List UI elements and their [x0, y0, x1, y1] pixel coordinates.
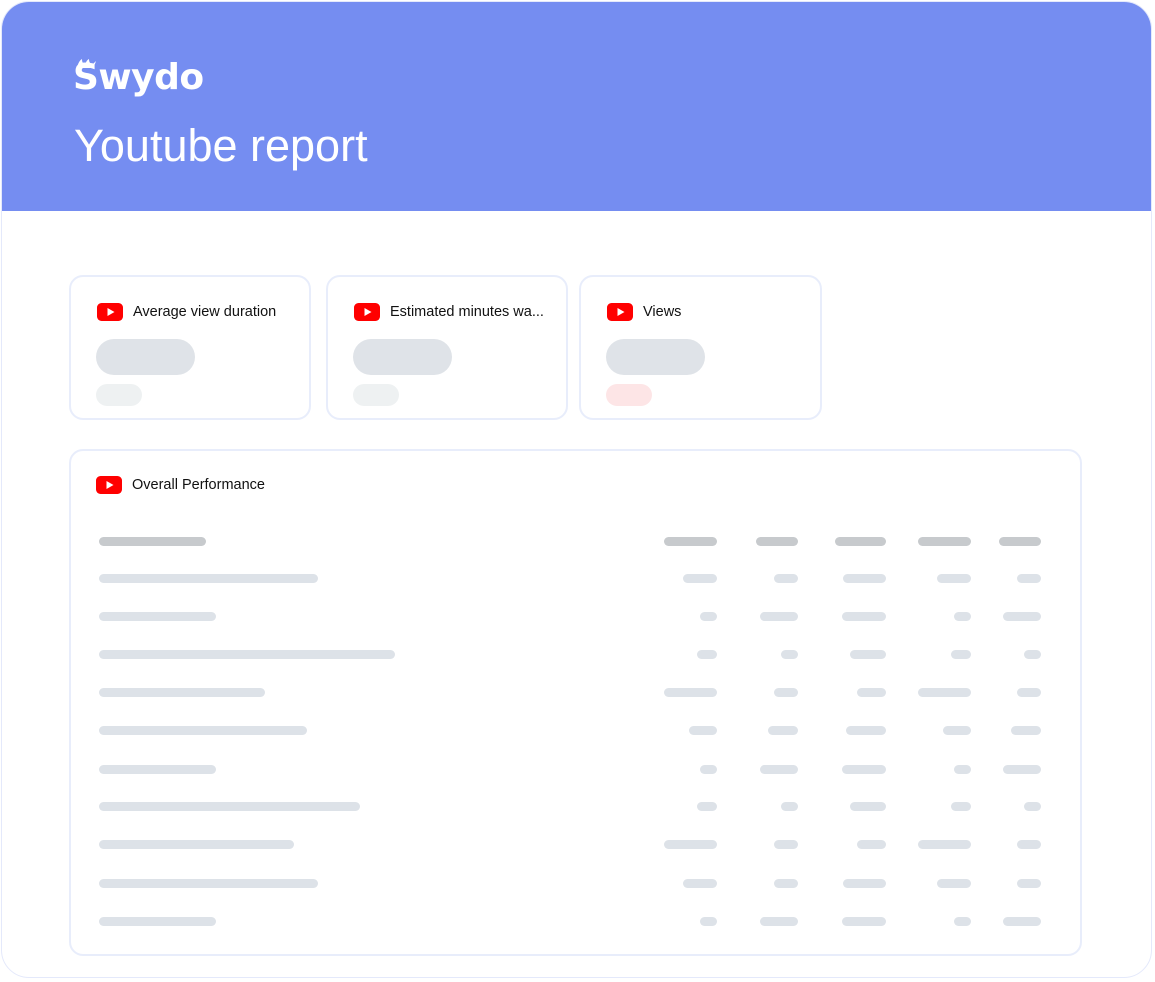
table-cell-placeholder — [918, 840, 971, 849]
table-cell-placeholder — [760, 765, 798, 774]
kpi-change-placeholder — [96, 384, 142, 406]
table-header-cell-placeholder — [664, 537, 717, 546]
table-cell-placeholder — [1011, 726, 1041, 735]
youtube-icon — [354, 303, 380, 321]
kpi-change-placeholder — [606, 384, 652, 406]
table-cell-placeholder — [843, 879, 886, 888]
table-cell-placeholder — [774, 574, 798, 583]
kpi-card-average-view-duration[interactable]: Average view duration — [69, 275, 311, 420]
table-row-label-placeholder — [99, 802, 360, 811]
table-cell-placeholder — [943, 726, 971, 735]
table-cell-placeholder — [842, 765, 886, 774]
table-cell-placeholder — [937, 879, 971, 888]
table-cell-placeholder — [781, 650, 798, 659]
table-row-label-placeholder — [99, 574, 318, 583]
youtube-icon — [97, 303, 123, 321]
table-cell-placeholder — [1024, 802, 1041, 811]
table-cell-placeholder — [954, 765, 971, 774]
kpi-card-header: Views — [607, 303, 681, 321]
table-row-label-placeholder — [99, 840, 294, 849]
report-header: Swydo Youtube report — [2, 2, 1151, 211]
table-cell-placeholder — [1024, 650, 1041, 659]
kpi-card-label: Views — [643, 304, 682, 320]
overall-performance-table-card: Overall Performance — [69, 449, 1082, 956]
kpi-card-label: Estimated minutes wa... — [390, 304, 544, 320]
youtube-icon — [607, 303, 633, 321]
table-header-cell-placeholder — [918, 537, 971, 546]
table-cell-placeholder — [760, 612, 798, 621]
table-cell-placeholder — [774, 840, 798, 849]
table-cell-placeholder — [664, 688, 717, 697]
table-row-label-placeholder — [99, 688, 265, 697]
table-cell-placeholder — [664, 840, 717, 849]
table-header-label-placeholder — [99, 537, 206, 546]
kpi-card-views[interactable]: Views — [579, 275, 822, 420]
table-cell-placeholder — [774, 879, 798, 888]
table-cell-placeholder — [683, 574, 717, 583]
table-cell-placeholder — [843, 574, 886, 583]
table-cell-placeholder — [1003, 917, 1041, 926]
table-cell-placeholder — [918, 688, 971, 697]
kpi-value-placeholder — [96, 339, 195, 375]
kpi-card-header: Average view duration — [97, 303, 276, 321]
table-cell-placeholder — [1017, 879, 1041, 888]
table-cell-placeholder — [700, 917, 717, 926]
table-row-label-placeholder — [99, 879, 318, 888]
table-cell-placeholder — [951, 802, 971, 811]
table-cell-placeholder — [857, 688, 886, 697]
table-cell-placeholder — [683, 879, 717, 888]
table-cell-placeholder — [697, 802, 717, 811]
table-cell-placeholder — [937, 574, 971, 583]
kpi-card-header: Estimated minutes wa... — [354, 303, 544, 321]
logo-crown-icon — [77, 59, 96, 68]
table-cell-placeholder — [768, 726, 798, 735]
table-cell-placeholder — [697, 650, 717, 659]
table-row-label-placeholder — [99, 917, 216, 926]
table-cell-placeholder — [1003, 612, 1041, 621]
kpi-value-placeholder — [606, 339, 705, 375]
table-cell-placeholder — [850, 650, 886, 659]
table-cell-placeholder — [1017, 840, 1041, 849]
table-cell-placeholder — [842, 612, 886, 621]
table-row-label-placeholder — [99, 765, 216, 774]
table-card-header: Overall Performance — [96, 476, 265, 494]
table-cell-placeholder — [700, 765, 717, 774]
table-cell-placeholder — [846, 726, 886, 735]
table-cell-placeholder — [781, 802, 798, 811]
table-row-label-placeholder — [99, 612, 216, 621]
table-header-cell-placeholder — [756, 537, 798, 546]
table-cell-placeholder — [1003, 765, 1041, 774]
table-cell-placeholder — [954, 917, 971, 926]
kpi-value-placeholder — [353, 339, 452, 375]
kpi-card-estimated-minutes-watched[interactable]: Estimated minutes wa... — [326, 275, 568, 420]
table-row-label-placeholder — [99, 650, 395, 659]
table-cell-placeholder — [1017, 688, 1041, 697]
table-header-cell-placeholder — [835, 537, 886, 546]
table-title: Overall Performance — [132, 477, 265, 493]
table-cell-placeholder — [842, 917, 886, 926]
table-cell-placeholder — [760, 917, 798, 926]
table-cell-placeholder — [689, 726, 717, 735]
table-cell-placeholder — [774, 688, 798, 697]
table-cell-placeholder — [850, 802, 886, 811]
table-cell-placeholder — [1017, 574, 1041, 583]
swydo-logo: Swydo — [73, 59, 204, 96]
table-cell-placeholder — [857, 840, 886, 849]
table-cell-placeholder — [951, 650, 971, 659]
table-cell-placeholder — [954, 612, 971, 621]
report-title: Youtube report — [74, 120, 368, 171]
youtube-icon — [96, 476, 122, 494]
table-row-label-placeholder — [99, 726, 307, 735]
kpi-card-label: Average view duration — [133, 304, 277, 320]
report-frame: Swydo Youtube report Average view durati… — [1, 1, 1152, 978]
table-cell-placeholder — [700, 612, 717, 621]
kpi-change-placeholder — [353, 384, 399, 406]
table-header-cell-placeholder — [999, 537, 1041, 546]
